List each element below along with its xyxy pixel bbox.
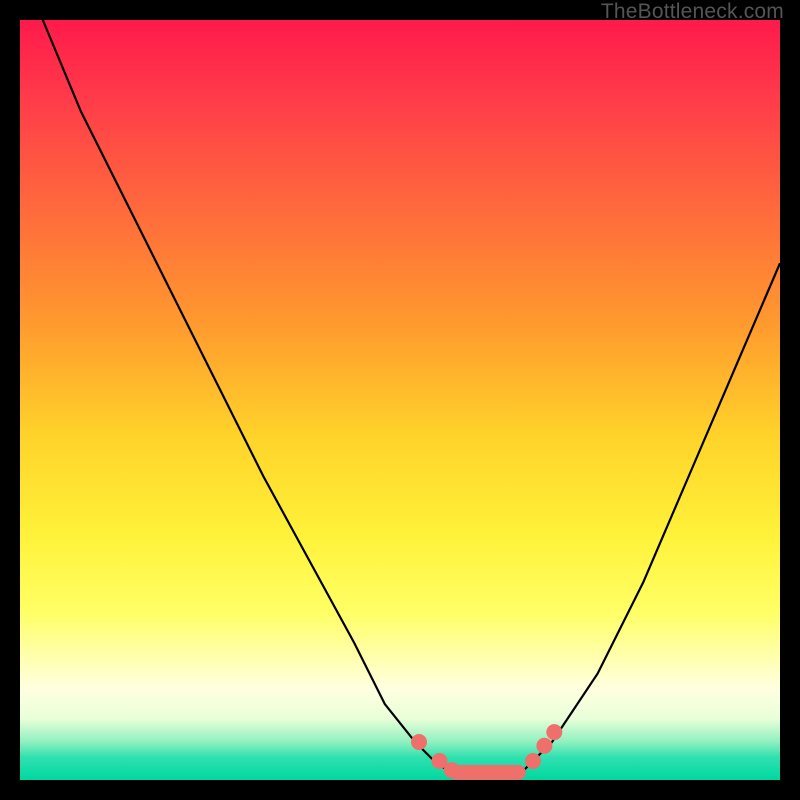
marker-dot [525, 753, 541, 769]
marker-dot [536, 738, 552, 754]
chart-markers [411, 724, 562, 780]
watermark-text: TheBottleneck.com [601, 0, 784, 24]
marker-dot [411, 734, 427, 750]
chart-frame: TheBottleneck.com [0, 0, 800, 800]
chart-curve [43, 20, 780, 772]
marker-capsule [449, 765, 526, 780]
marker-dot [546, 724, 562, 740]
chart-svg [20, 20, 780, 780]
chart-plot-area [20, 20, 780, 780]
